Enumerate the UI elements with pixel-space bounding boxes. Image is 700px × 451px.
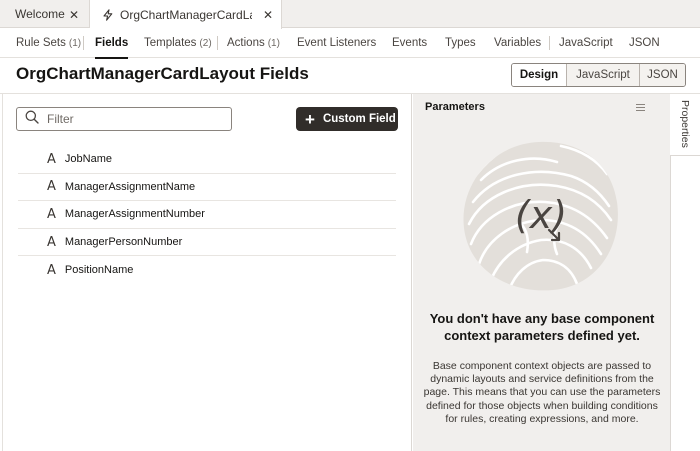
tab-javascript[interactable]: JavaScript bbox=[559, 28, 613, 58]
plus-icon: + bbox=[305, 109, 315, 129]
illustration-variable-text: (x) bbox=[515, 193, 567, 237]
filter-field[interactable] bbox=[16, 107, 232, 131]
tab-label: Event Listeners bbox=[297, 37, 377, 49]
javascript-view-button[interactable]: JavaScript bbox=[566, 64, 639, 86]
string-type-icon: A bbox=[47, 206, 56, 222]
tab-layout[interactable]: OrgChartManagerCardLayout ✕ bbox=[90, 0, 282, 29]
hamburger-menu-icon[interactable] bbox=[636, 101, 645, 115]
tab-rule-sets[interactable]: Rule Sets (1) bbox=[16, 28, 81, 58]
tab-label: Templates bbox=[144, 37, 197, 49]
empty-state-description: Base component context objects are passe… bbox=[423, 360, 661, 425]
layout-section-tabs: Rule Sets (1) Fields Templates (2) Actions… bbox=[0, 28, 700, 59]
custom-field-button[interactable]: + Custom Field bbox=[296, 107, 398, 131]
tab-count: (1) bbox=[68, 37, 82, 49]
tab-events[interactable]: Events bbox=[392, 28, 427, 58]
custom-field-label: Custom Field bbox=[322, 113, 396, 125]
tab-types[interactable]: Types bbox=[445, 28, 476, 58]
list-item[interactable]: A PositionName bbox=[18, 256, 396, 284]
empty-state-title: You don't have any base component contex… bbox=[429, 311, 655, 343]
field-name: ManagerPersonNumber bbox=[64, 236, 183, 249]
list-item[interactable]: A JobName bbox=[18, 146, 396, 174]
close-icon[interactable]: ✕ bbox=[69, 8, 79, 22]
field-name: ManagerAssignmentName bbox=[64, 180, 196, 193]
tab-layout-label: OrgChartManagerCardLayout bbox=[120, 7, 252, 22]
tab-label: Fields bbox=[95, 37, 129, 49]
tab-label: Actions bbox=[227, 37, 265, 49]
tab-separator bbox=[549, 36, 550, 50]
tab-label: JavaScript bbox=[559, 37, 613, 49]
view-mode-switch: Design JavaScript JSON bbox=[511, 63, 686, 87]
field-name: JobName bbox=[64, 153, 112, 166]
list-item[interactable]: A ManagerAssignmentNumber bbox=[18, 201, 396, 229]
tab-label: Types bbox=[445, 37, 476, 49]
json-view-button[interactable]: JSON bbox=[639, 64, 685, 86]
tab-count: (2) bbox=[199, 37, 212, 49]
parameters-title: Parameters bbox=[425, 101, 485, 113]
field-list: A JobName A ManagerAssignmentName A Mana… bbox=[18, 146, 396, 284]
tab-count: (1) bbox=[267, 37, 280, 49]
filter-input[interactable] bbox=[47, 112, 217, 126]
editor-tab-strip: Welcome ✕ OrgChartManagerCardLayout ✕ bbox=[0, 0, 700, 29]
tab-welcome[interactable]: Welcome ✕ bbox=[0, 0, 90, 28]
tab-event-listeners[interactable]: Event Listeners bbox=[297, 28, 376, 58]
properties-tab-label: Properties bbox=[679, 100, 691, 148]
list-item[interactable]: A ManagerPersonNumber bbox=[18, 229, 396, 257]
lightning-icon bbox=[102, 8, 114, 21]
tab-templates[interactable]: Templates (2) bbox=[144, 28, 212, 58]
string-type-icon: A bbox=[47, 262, 56, 278]
tab-label: Events bbox=[392, 37, 428, 49]
tab-label: Rule Sets bbox=[16, 37, 66, 49]
page-title: OrgChartManagerCardLayout Fields bbox=[16, 64, 309, 83]
close-icon[interactable]: ✕ bbox=[263, 8, 273, 22]
fingerprint-variable-illustration: (x) bbox=[463, 141, 618, 291]
design-view-button[interactable]: Design bbox=[512, 64, 566, 86]
list-item[interactable]: A ManagerAssignmentName bbox=[18, 174, 396, 202]
field-name: ManagerAssignmentNumber bbox=[64, 208, 205, 221]
string-type-icon: A bbox=[47, 151, 56, 167]
tab-separator bbox=[217, 36, 218, 50]
string-type-icon: A bbox=[47, 179, 56, 195]
tab-fields[interactable]: Fields bbox=[95, 28, 129, 59]
string-type-icon: A bbox=[47, 234, 56, 250]
field-name: PositionName bbox=[64, 264, 134, 277]
tab-variables[interactable]: Variables bbox=[494, 28, 541, 58]
tab-actions[interactable]: Actions (1) bbox=[227, 28, 280, 58]
tab-json[interactable]: JSON bbox=[629, 28, 660, 58]
tab-welcome-label: Welcome bbox=[15, 7, 65, 21]
tab-label: Variables bbox=[494, 37, 542, 49]
search-icon bbox=[25, 110, 39, 129]
tab-separator bbox=[83, 36, 84, 50]
tab-label: JSON bbox=[629, 37, 660, 49]
